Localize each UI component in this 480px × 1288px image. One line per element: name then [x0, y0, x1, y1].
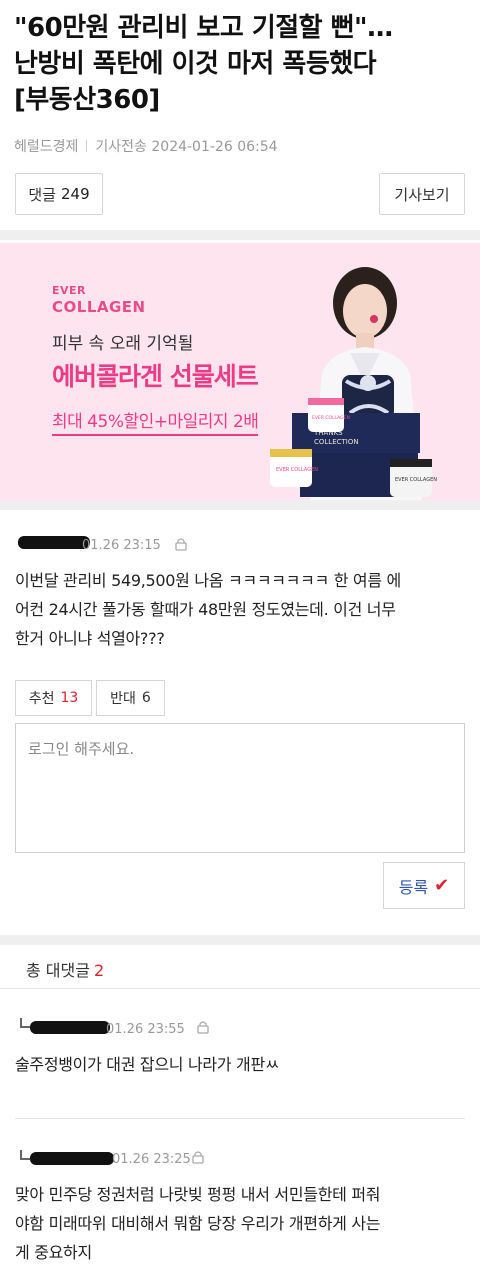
reply-text-line-1: 술주정뱅이가 대권 잡으니 나라가 개판ㅆ — [15, 1055, 280, 1074]
ad-logo-top: EVER — [52, 284, 87, 297]
comment-text: 이번달 관리비 549,500원 나옴 ㅋㅋㅋㅋㅋㅋㅋ 한 여름 에 어컨 24… — [15, 566, 470, 653]
reply-time: 01.26 23:55 — [106, 1022, 185, 1037]
author-name-redacted — [30, 1021, 110, 1034]
ad-box-text-2: COLLECTION — [314, 438, 359, 446]
article-source: 헤럴드경제 — [14, 139, 79, 155]
comment-text-line-2: 어컨 24시간 풀가동 할때가 48만원 정도였는데. 이건 너무 — [15, 600, 396, 619]
ad-offer: 최대 45%할인+마일리지 2배 — [52, 407, 259, 436]
ad-banner[interactable]: EVER COLLAGEN 피부 속 오래 기억될 에버콜라겐 선물세트 최대 … — [0, 243, 480, 500]
submit-label: 등록 — [398, 877, 429, 897]
section-divider — [0, 500, 480, 510]
downvote-label: 반대 — [110, 691, 136, 707]
reply-arrow-icon — [20, 1150, 30, 1160]
replies-count: 2 — [93, 961, 105, 980]
section-divider — [0, 230, 480, 240]
ad-model-image: THANKS COLLECTION EVER COLLAGEN EVER COL… — [270, 267, 437, 500]
upvote-label: 추천 — [28, 691, 55, 707]
reply-text-line-1: 맞아 민주당 정권처럼 나랏빚 펑펑 내서 서민들한테 퍼줘 — [15, 1185, 381, 1204]
lock-icon — [197, 1021, 209, 1034]
comment-count-number: 249 — [60, 185, 90, 203]
ad-subtitle: 피부 속 오래 기억될 — [52, 334, 194, 354]
view-article-button[interactable]: 기사보기 — [379, 173, 465, 215]
article-meta: 헤럴드경제 기사전송 2024-01-26 06:54 — [14, 136, 278, 156]
reply-text-line-2: 야함 미래따위 대비해서 뭐함 당장 우리가 개편하게 사는 — [15, 1214, 381, 1233]
replies-header-label: 총 대댓글 — [26, 961, 90, 980]
article-title-line-1: "60만원 관리비 보고 기절할 뻔"… — [14, 13, 393, 43]
reply-text: 술주정뱅이가 대권 잡으니 나라가 개판ㅆ — [15, 1050, 470, 1079]
comment-text-line-3: 한거 아니냐 석열아??? — [15, 629, 165, 648]
article-byline: 기사전송 2024-01-26 06:54 — [95, 139, 278, 155]
lock-icon — [192, 1151, 204, 1164]
lock-icon — [175, 538, 187, 551]
article-title: "60만원 관리비 보고 기절할 뻔"… 난방비 폭탄에 이것 마저 폭등했다 … — [14, 10, 474, 118]
ad-headline: 에버콜라겐 선물세트 — [52, 362, 259, 391]
reply-arrow-icon — [20, 1018, 30, 1028]
reply-separator — [15, 1118, 465, 1119]
upvote-count: 13 — [60, 690, 79, 706]
ad-logo-bottom: COLLAGEN — [52, 298, 146, 316]
author-name-redacted — [18, 536, 90, 549]
reply-text-line-3: 게 중요하지 — [15, 1243, 92, 1262]
comment-count-label: 댓글 — [28, 185, 56, 204]
author-name-redacted — [30, 1152, 114, 1165]
comment-text-line-1: 이번달 관리비 549,500원 나옴 ㅋㅋㅋㅋㅋㅋㅋ 한 여름 에 — [15, 571, 401, 590]
section-divider — [0, 935, 480, 945]
replies-header: 총 대댓글 2 — [26, 957, 104, 981]
reply-text: 맞아 민주당 정권처럼 나랏빚 펑펑 내서 서민들한테 퍼줘 야함 미래따위 대… — [15, 1180, 470, 1267]
reply-time: 01.26 23:25 — [112, 1152, 191, 1167]
reply-input[interactable]: 로그인 해주세요. — [15, 723, 465, 853]
comment-time: 01.26 23:15 — [82, 538, 161, 553]
ad-jar-label-2: EVER COLLAGEN — [312, 415, 350, 421]
ad-jar-label-3: EVER COLLAGEN — [395, 477, 437, 483]
downvote-count: 6 — [141, 690, 151, 706]
meta-divider — [86, 140, 88, 152]
upvote-button[interactable]: 추천 13 — [15, 680, 92, 716]
ad-jar-label-1: EVER COLLAGEN — [276, 467, 318, 473]
comment-count-button[interactable]: 댓글 249 — [15, 173, 103, 215]
reply-input-placeholder: 로그인 해주세요. — [28, 740, 135, 758]
replies-header-underline — [0, 988, 480, 989]
check-icon: ✔ — [434, 875, 450, 896]
ad-brand-logo: EVER COLLAGEN — [52, 283, 146, 315]
article-title-line-3: [부동산360] — [14, 85, 160, 115]
downvote-button[interactable]: 반대 6 — [96, 680, 165, 716]
article-title-line-2: 난방비 폭탄에 이것 마저 폭등했다 — [14, 49, 377, 79]
submit-button[interactable]: 등록 ✔ — [383, 862, 465, 909]
